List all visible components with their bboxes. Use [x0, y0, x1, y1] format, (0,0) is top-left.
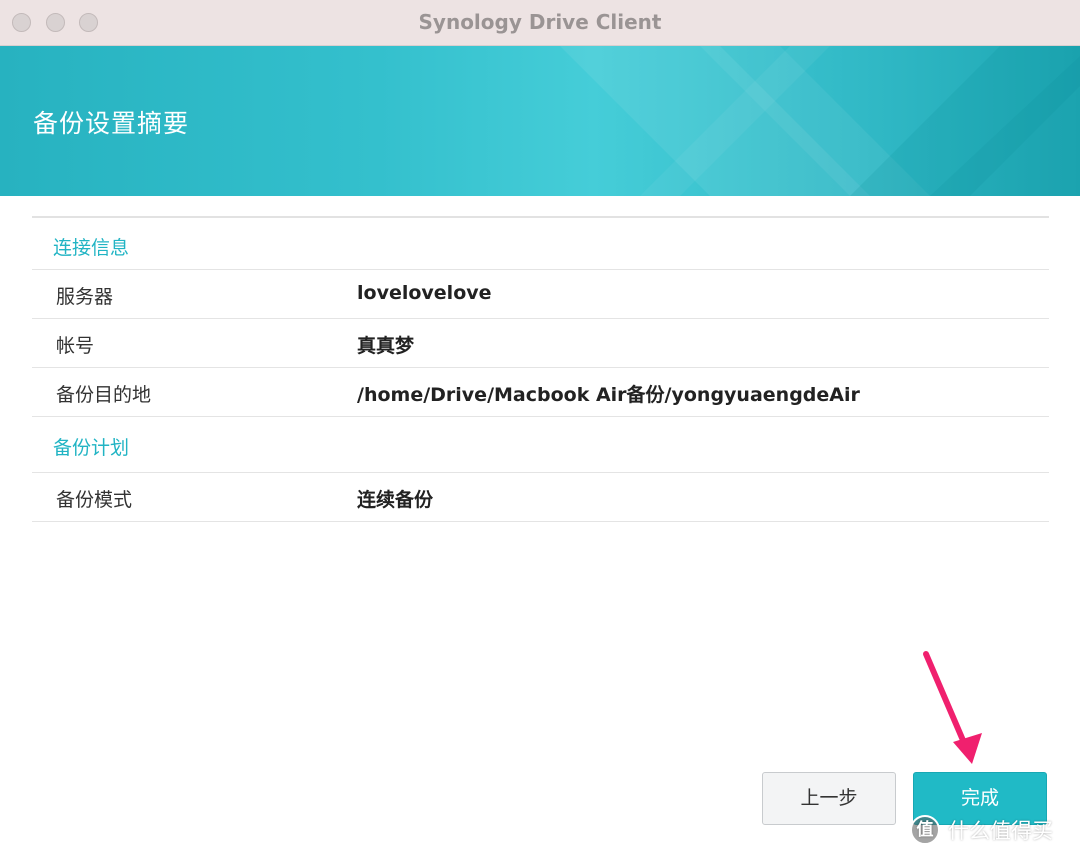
summary-table: 连接信息 服务器 lovelovelove 帐号 真真梦 备份目的地 /home…	[32, 216, 1049, 522]
row-value: 真真梦	[357, 335, 415, 357]
title-bar: Synology Drive Client	[0, 0, 1080, 46]
section-header-connection: 连接信息	[32, 218, 1049, 270]
window-title: Synology Drive Client	[418, 10, 662, 34]
section-label: 连接信息	[53, 237, 130, 259]
row-value: lovelovelove	[357, 282, 492, 304]
row-label: 服务器	[56, 286, 114, 308]
watermark: 值 什么值得买	[910, 812, 1053, 848]
watermark-text: 什么值得买	[948, 819, 1053, 843]
previous-step-button[interactable]: 上一步	[762, 772, 896, 825]
summary-row-backup-mode: 备份模式 连续备份	[32, 473, 1049, 522]
section-label: 备份计划	[53, 437, 130, 459]
row-label: 备份目的地	[56, 384, 152, 406]
row-value: 连续备份	[357, 489, 434, 511]
watermark-logo-icon: 值	[910, 815, 940, 845]
summary-row-server: 服务器 lovelovelove	[32, 270, 1049, 319]
section-header-plan: 备份计划	[32, 417, 1049, 473]
row-label: 备份模式	[56, 489, 133, 511]
summary-row-account: 帐号 真真梦	[32, 319, 1049, 368]
summary-row-destination: 备份目的地 /home/Drive/Macbook Air备份/yongyuae…	[32, 368, 1049, 417]
row-value: /home/Drive/Macbook Air备份/yongyuaengdeAi…	[357, 384, 860, 406]
page-title: 备份设置摘要	[33, 109, 190, 138]
row-label: 帐号	[56, 335, 95, 357]
header-banner: 备份设置摘要	[0, 46, 1080, 196]
